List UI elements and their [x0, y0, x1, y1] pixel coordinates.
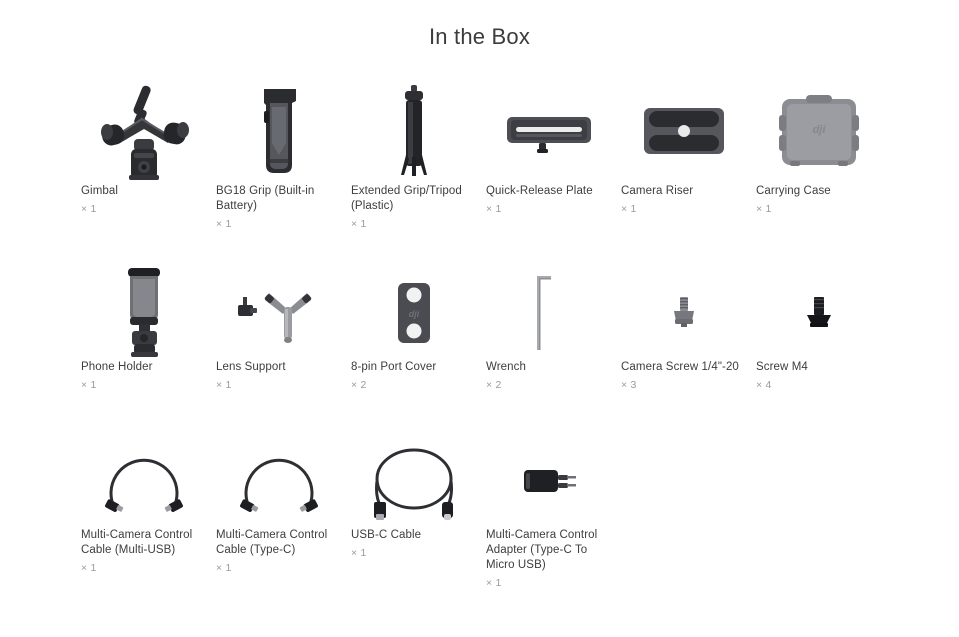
- camera-riser-thumb: [621, 78, 746, 184]
- item-quantity: × 1: [351, 218, 367, 230]
- phone-holder-icon: [81, 260, 206, 366]
- item-quantity: × 1: [486, 203, 502, 215]
- item-quantity: × 1: [81, 562, 97, 574]
- camera-riser-icon: [621, 78, 746, 184]
- items-row: Phone Holder × 1 Lens Support × 1 dji 8-…: [81, 260, 891, 428]
- usb-c-cable-thumb: [351, 428, 476, 528]
- item-control-cable-multi-usb[interactable]: Multi-Camera Control Cable (Multi-USB) ×…: [81, 428, 216, 598]
- item-wrench[interactable]: Wrench × 2: [486, 260, 621, 428]
- in-the-box-page: In the Box Gimbal × 1 BG18 Grip (Built-i…: [0, 0, 959, 637]
- item-label: Quick-Release Plate: [486, 185, 593, 197]
- grip-thumb: [216, 78, 341, 184]
- item-quantity: × 1: [216, 562, 232, 574]
- item-gimbal[interactable]: Gimbal × 1: [81, 78, 216, 260]
- page-title: In the Box: [428, 24, 531, 49]
- item-port-cover[interactable]: dji 8-pin Port Cover × 2: [351, 260, 486, 428]
- item-quantity: × 1: [756, 203, 772, 215]
- items-grid: Gimbal × 1 BG18 Grip (Built-in Battery) …: [81, 78, 891, 598]
- item-label: Extended Grip/Tripod (Plastic): [351, 185, 462, 212]
- item-label: Multi-Camera Control Adapter (Type-C To …: [486, 529, 598, 571]
- item-screw-m4[interactable]: Screw M4 × 4: [756, 260, 891, 428]
- gimbal-thumb: [81, 78, 206, 184]
- camera-screw-icon: [621, 260, 746, 366]
- phone-holder-thumb: [81, 260, 206, 360]
- item-extended-grip-tripod[interactable]: Extended Grip/Tripod (Plastic) × 1: [351, 78, 486, 260]
- item-phone-holder[interactable]: Phone Holder × 1: [81, 260, 216, 428]
- control-cable-multi-usb-icon: [81, 428, 206, 534]
- usb-c-cable-icon: [351, 428, 476, 534]
- camera-screw-thumb: [621, 260, 746, 360]
- item-quantity: × 3: [621, 379, 637, 391]
- item-carrying-case[interactable]: dji Carrying Case × 1: [756, 78, 891, 260]
- control-cable-multi-usb-thumb: [81, 428, 206, 528]
- item-camera-riser[interactable]: Camera Riser × 1: [621, 78, 756, 260]
- items-row: Multi-Camera Control Cable (Multi-USB) ×…: [81, 428, 891, 598]
- svg-text:dji: dji: [408, 309, 419, 319]
- item-quantity: × 1: [621, 203, 637, 215]
- quick-release-plate-icon: [486, 78, 611, 184]
- port-cover-icon: dji: [351, 260, 476, 366]
- item-quantity: × 4: [756, 379, 772, 391]
- item-lens-support[interactable]: Lens Support × 1: [216, 260, 351, 428]
- item-quantity: × 2: [351, 379, 367, 391]
- item-quantity: × 1: [81, 203, 97, 215]
- item-quick-release-plate[interactable]: Quick-Release Plate × 1: [486, 78, 621, 260]
- item-camera-screw[interactable]: Camera Screw 1/4"-20 × 3: [621, 260, 756, 428]
- control-adapter-thumb: [486, 428, 611, 528]
- svg-text:dji: dji: [812, 124, 826, 136]
- control-cable-type-c-thumb: [216, 428, 341, 528]
- item-label: BG18 Grip (Built-in Battery): [216, 185, 315, 212]
- item-spacer: [621, 428, 756, 598]
- item-control-cable-type-c[interactable]: Multi-Camera Control Cable (Type-C) × 1: [216, 428, 351, 598]
- item-quantity: × 2: [486, 379, 502, 391]
- item-quantity: × 1: [216, 218, 232, 230]
- item-control-adapter[interactable]: Multi-Camera Control Adapter (Type-C To …: [486, 428, 621, 598]
- quick-release-plate-thumb: [486, 78, 611, 184]
- item-label: Carrying Case: [756, 185, 831, 197]
- control-adapter-icon: [486, 428, 611, 534]
- screw-m4-icon: [756, 260, 881, 366]
- screw-m4-thumb: [756, 260, 881, 360]
- item-quantity: × 1: [351, 547, 367, 559]
- item-spacer: [756, 428, 891, 598]
- wrench-thumb: [486, 260, 611, 360]
- tripod-thumb: [351, 78, 476, 184]
- item-label: Gimbal: [81, 185, 119, 197]
- item-label: Camera Riser: [621, 185, 694, 197]
- lens-support-icon: [216, 260, 341, 366]
- control-cable-type-c-icon: [216, 428, 341, 534]
- item-usb-c-cable[interactable]: USB-C Cable × 1: [351, 428, 486, 598]
- item-bg18-grip[interactable]: BG18 Grip (Built-in Battery) × 1: [216, 78, 351, 260]
- carrying-case-icon: dji: [756, 78, 881, 184]
- item-quantity: × 1: [81, 379, 97, 391]
- wrench-icon: [486, 260, 611, 366]
- carrying-case-thumb: dji: [756, 78, 881, 184]
- lens-support-thumb: [216, 260, 341, 360]
- items-row: Gimbal × 1 BG18 Grip (Built-in Battery) …: [81, 78, 891, 260]
- grip-icon: [216, 78, 341, 184]
- gimbal-icon: [81, 78, 206, 184]
- item-quantity: × 1: [216, 379, 232, 391]
- port-cover-thumb: dji: [351, 260, 476, 360]
- tripod-icon: [351, 78, 476, 184]
- item-quantity: × 1: [486, 577, 502, 589]
